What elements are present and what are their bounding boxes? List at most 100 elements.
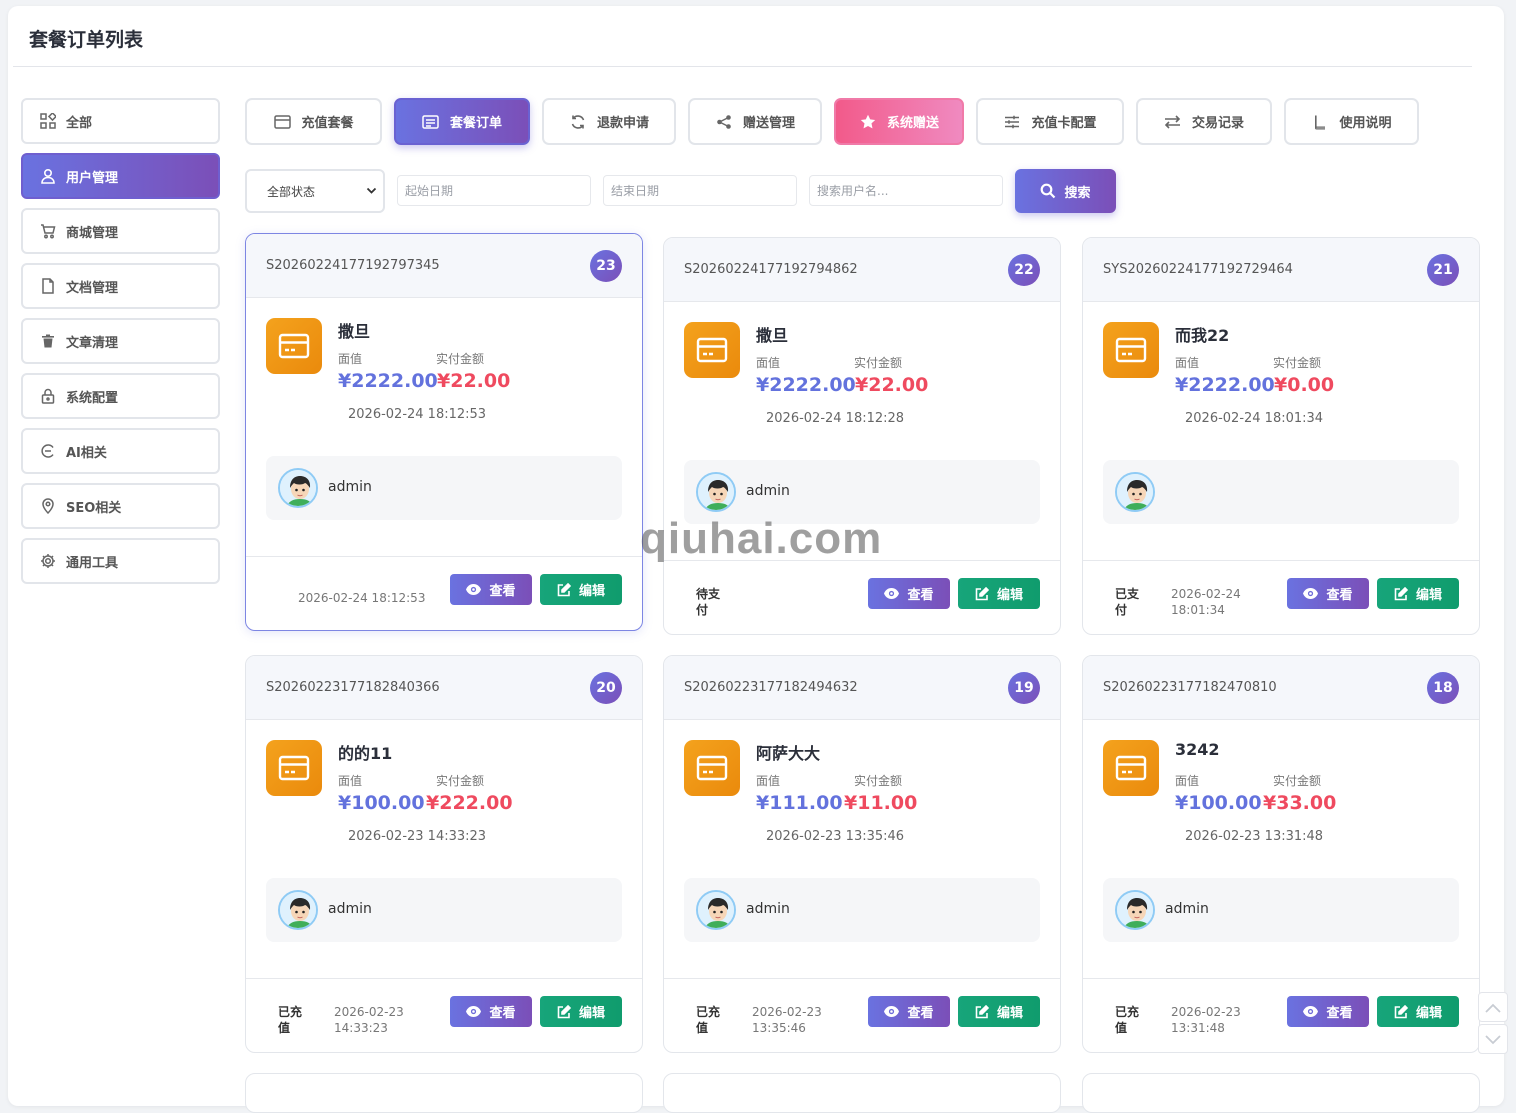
sidebar-item-label: 系统配置: [66, 390, 119, 406]
scroll-up-button[interactable]: [1478, 992, 1508, 1022]
eye-icon: [884, 1006, 900, 1017]
tab-transactions[interactable]: 交易记录: [1136, 98, 1272, 145]
created-time: 2026-02-24 18:12:28: [766, 411, 905, 426]
tab-system-gift[interactable]: 系统赠送: [834, 98, 964, 145]
start-date-input[interactable]: 起始日期: [397, 175, 591, 206]
chevron-down-icon: [366, 185, 377, 199]
sidebar-item-system-config[interactable]: 系统配置: [21, 373, 220, 419]
order-card[interactable]: SYS20260224177192729464 21 而我22 面值 实付金额 ¥2222…: [1082, 237, 1480, 635]
lock-icon: [39, 387, 57, 405]
sidebar-item-docs[interactable]: 文档管理: [21, 263, 220, 309]
face-value: ¥2222.00: [756, 374, 856, 396]
order-card[interactable]: S20260223177182494632 19 阿萨大大 面值 实付金额 ¥111.00…: [663, 655, 1061, 1053]
list-icon: [422, 113, 440, 131]
view-button[interactable]: 查看: [868, 996, 950, 1027]
paid-amount-label: 实付金额: [436, 774, 485, 788]
view-button[interactable]: 查看: [1287, 578, 1369, 609]
order-number: S20260223177182470810: [1103, 680, 1277, 695]
view-button[interactable]: 查看: [868, 578, 950, 609]
username: admin: [746, 483, 790, 499]
edit-button[interactable]: 编辑: [958, 578, 1040, 609]
order-card[interactable]: S20260224177192797345 23 撒旦 面值 实付金额 ¥2222.00 ¥…: [245, 233, 643, 631]
footer-timestamp: 2026-02-24 18:12:53: [298, 591, 426, 605]
created-time: 2026-02-24 18:12:53: [348, 407, 487, 422]
tab-package-orders[interactable]: 套餐订单: [394, 98, 530, 145]
edit-button[interactable]: 编辑: [540, 574, 622, 605]
end-date-input[interactable]: 结束日期: [603, 175, 797, 206]
avatar: [1115, 890, 1155, 930]
package-name: 而我22: [1175, 326, 1230, 345]
edit-button[interactable]: 编辑: [1377, 578, 1459, 609]
card-header: S20260223177182494632 19: [664, 656, 1060, 720]
sidebar-item-ai[interactable]: AI相关: [21, 428, 220, 474]
tab-gift-management[interactable]: 赠送管理: [688, 98, 822, 145]
card-footer-divider: [246, 556, 642, 557]
view-button[interactable]: 查看: [1287, 996, 1369, 1027]
paid-amount-label: 实付金额: [1273, 774, 1322, 788]
order-card[interactable]: S20260223177182840366 20 的的11 面值 实付金额 ¥100.00…: [245, 655, 643, 1053]
order-card[interactable]: S20260223177182470810 18 3242 面值 实付金额 ¥100.00…: [1082, 655, 1480, 1053]
card-footer-divider: [664, 978, 1060, 979]
sidebar-item-label: 通用工具: [66, 555, 119, 571]
tab-recharge-package[interactable]: 充值套餐: [245, 98, 382, 145]
paid-amount-label: 实付金额: [854, 356, 903, 370]
sliders-icon: [1003, 113, 1021, 131]
sidebar: 全部 用户管理 商城管理 文档管理 文章清理 系统配置 AI相关 SEO相关 通…: [21, 98, 220, 593]
scroll-down-button[interactable]: [1478, 1024, 1508, 1054]
tab-label: 退款申请: [596, 116, 649, 131]
tab-card-config[interactable]: 充值卡配置: [976, 98, 1124, 145]
edit-button[interactable]: 编辑: [958, 996, 1040, 1027]
face-value: ¥2222.00: [1175, 374, 1275, 396]
edit-icon: [557, 582, 571, 597]
tab-label: 系统赠送: [886, 116, 939, 131]
edit-button-label: 编辑: [996, 1006, 1023, 1021]
avatar: [696, 890, 736, 930]
created-time: 2026-02-23 13:35:46: [766, 829, 905, 844]
status-select[interactable]: 全部状态: [245, 169, 385, 213]
face-value-label: 面值: [756, 774, 781, 788]
paid-amount-label: 实付金额: [1273, 356, 1322, 370]
created-time: 2026-02-23 14:33:23: [348, 829, 487, 844]
eye-icon: [1303, 1006, 1319, 1017]
tab-refund-requests[interactable]: 退款申请: [542, 98, 676, 145]
sidebar-item-label: 文章清理: [66, 335, 119, 351]
view-button[interactable]: 查看: [450, 574, 532, 605]
user-info: admin: [266, 456, 622, 520]
user-info: admin: [684, 878, 1040, 942]
view-button-label: 查看: [489, 1006, 516, 1021]
search-button[interactable]: 搜索: [1015, 169, 1116, 213]
sidebar-item-user-management[interactable]: 用户管理: [21, 153, 220, 199]
page-title: 套餐订单列表: [29, 29, 144, 51]
sidebar-item-article-cleanup[interactable]: 文章清理: [21, 318, 220, 364]
order-number: S20260223177182494632: [684, 680, 858, 695]
username: admin: [746, 901, 790, 917]
face-value-label: 面值: [338, 352, 363, 366]
edit-button[interactable]: 编辑: [540, 996, 622, 1027]
edit-button[interactable]: 编辑: [1377, 996, 1459, 1027]
package-name: 撒旦: [756, 326, 789, 345]
view-button[interactable]: 查看: [450, 996, 532, 1027]
face-value: ¥100.00: [338, 792, 425, 814]
paid-amount: ¥22.00: [437, 370, 511, 392]
username-search-input[interactable]: 搜索用户名...: [809, 175, 1003, 206]
card-header: S20260224177192797345 23: [246, 234, 642, 298]
order-card[interactable]: S20260224177192794862 22 撒旦 面值 实付金额 ¥2222.00 ¥…: [663, 237, 1061, 635]
file-icon: [39, 277, 57, 295]
cart-icon: [39, 222, 57, 240]
sidebar-item-all[interactable]: 全部: [21, 98, 220, 144]
exchange-icon: [1164, 113, 1182, 131]
sidebar-item-mall[interactable]: 商城管理: [21, 208, 220, 254]
credit-card-icon: [684, 322, 740, 378]
package-name: 阿萨大大: [756, 744, 821, 763]
tab-instructions[interactable]: 使用说明: [1284, 98, 1419, 145]
credit-card-icon: [266, 318, 322, 374]
search-icon: [1040, 183, 1056, 199]
card-header: S20260223177182840366 20: [246, 656, 642, 720]
face-value-label: 面值: [1175, 774, 1200, 788]
sidebar-item-tools[interactable]: 通用工具: [21, 538, 220, 584]
sidebar-item-seo[interactable]: SEO相关: [21, 483, 220, 529]
grid-icon: [39, 112, 57, 130]
location-icon: [39, 497, 57, 515]
view-button-label: 查看: [907, 588, 934, 603]
card-header: SYS20260224177192729464 21: [1083, 238, 1479, 302]
